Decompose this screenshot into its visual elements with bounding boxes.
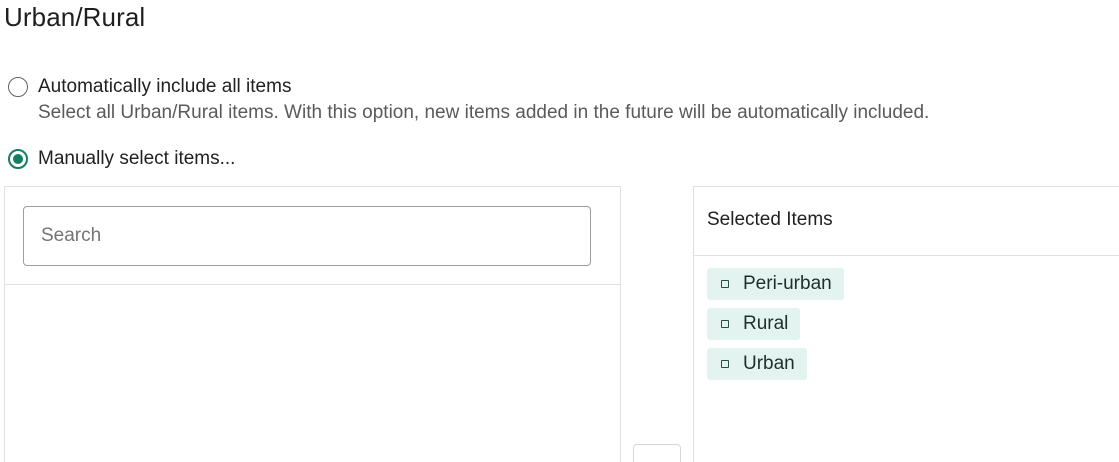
selected-item-label: Urban <box>743 353 795 374</box>
option-auto-text: Automatically include all items Select a… <box>38 76 929 124</box>
option-auto-include[interactable]: Automatically include all items Select a… <box>8 76 929 124</box>
option-manual-select[interactable]: Manually select items... <box>8 148 235 170</box>
page-title: Urban/Rural <box>4 2 146 32</box>
checkbox-square-icon <box>721 320 729 328</box>
option-auto-help: Select all Urban/Rural items. With this … <box>38 102 930 123</box>
radio-manual-select[interactable] <box>8 149 28 169</box>
selected-item-chip[interactable]: Rural <box>707 308 801 340</box>
panel-divider <box>694 255 1119 256</box>
transfer-button[interactable] <box>633 444 681 462</box>
selected-item-label: Rural <box>743 313 789 334</box>
search-box <box>23 206 591 266</box>
checkbox-square-icon <box>721 280 729 288</box>
selected-items-header: Selected Items <box>707 209 833 230</box>
selected-items-list: Peri-urban Rural Urban <box>707 268 844 388</box>
panel-divider <box>5 284 620 285</box>
available-items-panel <box>4 186 621 462</box>
dimension-selector-page: Urban/Rural Automatically include all it… <box>0 0 1119 462</box>
option-manual-text: Manually select items... <box>38 148 235 170</box>
selected-item-label: Peri-urban <box>743 273 832 294</box>
selected-items-panel: Selected Items Peri-urban Rural Urban <box>693 186 1119 462</box>
option-manual-label[interactable]: Manually select items... <box>38 148 235 170</box>
selected-item-chip[interactable]: Urban <box>707 348 807 380</box>
option-auto-label[interactable]: Automatically include all items <box>38 76 929 98</box>
search-input[interactable] <box>24 207 590 265</box>
checkbox-square-icon <box>721 360 729 368</box>
selected-item-chip[interactable]: Peri-urban <box>707 268 844 300</box>
radio-auto-include[interactable] <box>8 77 28 97</box>
